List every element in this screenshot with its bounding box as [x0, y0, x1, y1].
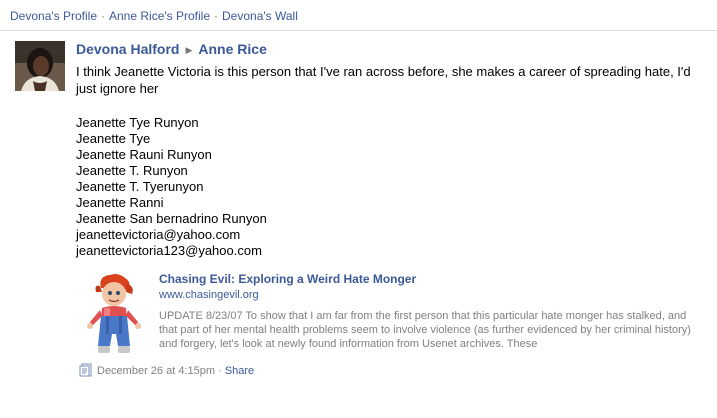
- post-timestamp[interactable]: December 26 at 4:15pm: [97, 365, 215, 377]
- list-item: Jeanette Rauni Runyon: [76, 147, 212, 162]
- list-item: jeanettevictoria@yahoo.com: [76, 227, 241, 242]
- link-attachment: Chasing Evil: Exploring a Weird Hate Mon…: [76, 272, 706, 360]
- share-link[interactable]: Share: [225, 365, 254, 377]
- attachment-thumbnail[interactable]: [80, 272, 150, 358]
- note-icon: [79, 363, 93, 381]
- arrow-right-icon: ▶: [185, 45, 193, 55]
- list-item: Jeanette Tye Runyon: [76, 115, 199, 130]
- avatar[interactable]: [15, 41, 65, 91]
- breadcrumb-devona-wall[interactable]: Devona's Wall: [222, 9, 298, 23]
- attachment-url-link[interactable]: www.chasingevil.org: [159, 289, 259, 301]
- attachment-title: Chasing Evil: Exploring a Weird Hate Mon…: [159, 272, 704, 287]
- wall-post: Devona Halford ▶ Anne Rice I think Jeanett…: [76, 41, 706, 360]
- recipient-link[interactable]: Anne Rice: [198, 41, 266, 57]
- attachment-body: Chasing Evil: Exploring a Weird Hate Mon…: [159, 272, 704, 351]
- attachment-description: UPDATE 8/23/07 To show that I am far fro…: [159, 310, 691, 350]
- post-header: Devona Halford ▶ Anne Rice: [76, 41, 706, 59]
- post-message: I think Jeanette Victoria is this person…: [76, 63, 706, 259]
- names-list: Jeanette Tye Runyon Jeanette Tye Jeanett…: [76, 115, 706, 259]
- list-item: Jeanette Tye: [76, 131, 151, 146]
- list-item: Jeanette T. Runyon: [76, 163, 188, 178]
- list-item: Jeanette Ranni: [76, 195, 164, 210]
- attachment-title-link[interactable]: Chasing Evil: Exploring a Weird Hate Mon…: [159, 272, 416, 286]
- header-divider: [0, 30, 717, 31]
- message-text: I think Jeanette Victoria is this person…: [76, 64, 691, 96]
- meta-separator: ·: [218, 365, 222, 377]
- attachment-url: www.chasingevil.org: [159, 288, 704, 303]
- breadcrumb-anne-rice-profile[interactable]: Anne Rice's Profile: [109, 9, 210, 23]
- breadcrumb-devona-profile[interactable]: Devona's Profile: [10, 9, 97, 23]
- list-item: jeanettevictoria123@yahoo.com: [76, 243, 262, 258]
- breadcrumb: Devona's Profile · Anne Rice's Profile · Dev…: [10, 9, 298, 23]
- breadcrumb-separator: ·: [101, 9, 105, 23]
- list-item: Jeanette San bernadrino Runyon: [76, 211, 267, 226]
- author-link[interactable]: Devona Halford: [76, 41, 179, 57]
- doll-image: [80, 272, 150, 358]
- breadcrumb-separator: ·: [214, 9, 219, 23]
- post-meta: December 26 at 4:15pm · Share: [79, 363, 254, 377]
- profile-photo: [15, 41, 65, 91]
- list-item: Jeanette T. Tyerunyon: [76, 179, 204, 194]
